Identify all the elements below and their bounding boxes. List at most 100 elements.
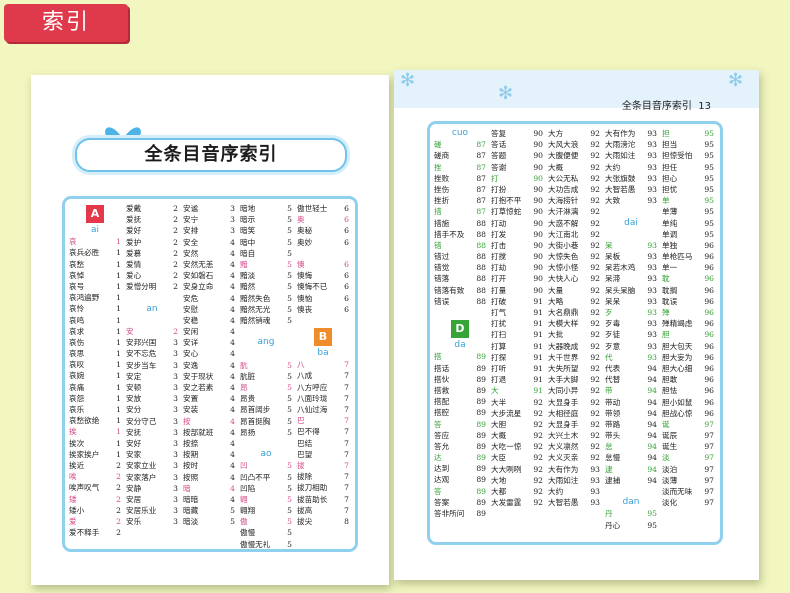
entry-page-number: 93 <box>647 308 657 317</box>
letter-badge-text: A <box>86 205 104 223</box>
entry-word: 凹 <box>240 461 248 471</box>
entry-word: 大义凛然 <box>548 442 579 452</box>
index-entry: 暗暗 4 <box>183 494 235 505</box>
entry-page-number: 4 <box>230 450 235 460</box>
entry-word: 拔除 <box>297 472 313 482</box>
entry-word: 胆大妄为 <box>662 352 693 362</box>
index-entry: 殚精竭虑 96 <box>662 318 714 329</box>
entry-word: 挨 <box>69 427 77 437</box>
letter-badge: B <box>297 326 349 348</box>
index-entry: 打听 91 <box>491 363 543 374</box>
letter-badge-text: D <box>451 320 469 339</box>
entry-page-number: 7 <box>344 371 349 381</box>
entry-word: 大智若愚 <box>605 184 636 194</box>
head-character-entry: 懊6 <box>297 259 349 270</box>
index-entry: 打劫 90 <box>491 262 543 273</box>
entry-word: 呆呆 <box>605 296 621 306</box>
index-entry: 胆怯 96 <box>662 385 714 396</box>
entry-page-number: 92 <box>590 140 600 150</box>
entry-word: 傲慢 <box>240 528 256 538</box>
entry-word: 搭腔 <box>434 408 450 418</box>
entry-page-number: 97 <box>704 498 714 508</box>
index-entry: 安顿 3 <box>126 382 178 393</box>
entry-word: 大雨滂沱 <box>605 140 636 150</box>
entry-word: 挨近 <box>69 460 85 470</box>
entry-page-number: 4 <box>230 394 235 404</box>
index-entry: 大臣 92 <box>491 452 543 463</box>
entry-word: 安家落户 <box>126 472 157 482</box>
index-entry: 大大咧咧 92 <box>491 464 543 475</box>
entry-page-number: 95 <box>647 509 657 519</box>
entry-word: 傲然挺立 <box>240 550 270 552</box>
entry-word: 打探 <box>491 352 507 362</box>
entry-page-number: 7 <box>344 438 349 448</box>
index-entry: 翱翔 5 <box>240 505 292 516</box>
index-entry: 大功告成 92 <box>548 184 600 195</box>
entry-page-number: 3 <box>230 204 235 213</box>
index-entry: 安定 3 <box>126 371 178 382</box>
head-character-entry: 达 89 <box>434 452 486 463</box>
entry-word: 答应 <box>434 430 450 440</box>
entry-word: 答 <box>434 419 442 429</box>
entry-page-number: 7 <box>344 405 349 414</box>
entry-word: 搭配 <box>434 397 450 407</box>
entry-page-number: 2 <box>173 204 178 213</box>
entry-page-number: 97 <box>704 464 714 474</box>
entry-page-number: 91 <box>533 341 543 351</box>
pinyin-heading: da <box>454 340 466 351</box>
index-entry: 大千世界 92 <box>548 352 600 363</box>
index-entry: 哀鸿遍野 1 <box>69 292 121 303</box>
entry-page-number: 94 <box>647 453 657 463</box>
entry-word: 胆怯 <box>662 386 678 396</box>
index-entry: 凹陷 5 <box>240 483 292 494</box>
entry-word: 大公无私 <box>548 173 579 183</box>
head-character-entry: 暗4 <box>183 483 235 494</box>
entry-page-number: 96 <box>704 386 714 396</box>
entry-page-number: 2 <box>173 271 178 281</box>
entry-page-number: 90 <box>533 129 543 138</box>
entry-word: 拔尖 <box>297 516 313 526</box>
entry-page-number: 87 <box>476 207 486 217</box>
entry-word: 哀 <box>69 237 77 247</box>
index-entry: 打探 91 <box>491 352 543 363</box>
entry-word: 带动 <box>605 397 621 407</box>
index-entry: 大惊小怪 92 <box>548 262 600 273</box>
entry-page-number: 3 <box>230 226 235 236</box>
entry-word: 安家 <box>126 450 142 460</box>
index-entry: 答谢 90 <box>491 162 543 173</box>
entry-page-number: 5 <box>287 472 292 482</box>
entry-page-number: 7 <box>344 382 349 392</box>
head-character-entry: 淡 97 <box>662 452 714 463</box>
entry-page-number: 96 <box>704 319 714 329</box>
index-entry: 大概 92 <box>548 162 600 173</box>
pinyin-heading: ao <box>260 449 272 460</box>
index-entry: 大公无私 92 <box>548 173 600 184</box>
index-entry: 大批 92 <box>548 329 600 340</box>
index-entry: 大义灭亲 92 <box>548 452 600 463</box>
entry-word: 胆大心细 <box>662 363 693 373</box>
head-character-entry: 答 89 <box>434 419 486 430</box>
entry-page-number: 3 <box>173 371 178 381</box>
entry-word: 呆若木鸡 <box>605 263 636 273</box>
entry-word: 八 <box>297 360 305 370</box>
head-character-entry: 翱5 <box>240 494 292 505</box>
entry-word: 哀求 <box>69 326 85 336</box>
entry-word: 暗中 <box>240 237 256 247</box>
index-entry: 大半 92 <box>491 397 543 408</box>
entry-page-number: 97 <box>704 487 714 496</box>
entry-word: 爱慕 <box>126 248 142 258</box>
entry-word: 巴结 <box>297 438 313 448</box>
snowflake-icon: ✻ <box>400 70 416 91</box>
head-character-entry: 搭 89 <box>434 351 486 362</box>
index-entry: 搭配 89 <box>434 396 486 407</box>
index-entry: 担心 95 <box>662 173 714 184</box>
entry-word: 大大咧咧 <box>491 464 522 474</box>
entry-word: 胆敢 <box>662 375 678 385</box>
entry-page-number: 89 <box>476 363 486 373</box>
index-entry: 凹凸不平 5 <box>240 472 292 483</box>
index-entry: 打扮 90 <box>491 184 543 195</box>
entry-page-number: 3 <box>173 360 178 370</box>
